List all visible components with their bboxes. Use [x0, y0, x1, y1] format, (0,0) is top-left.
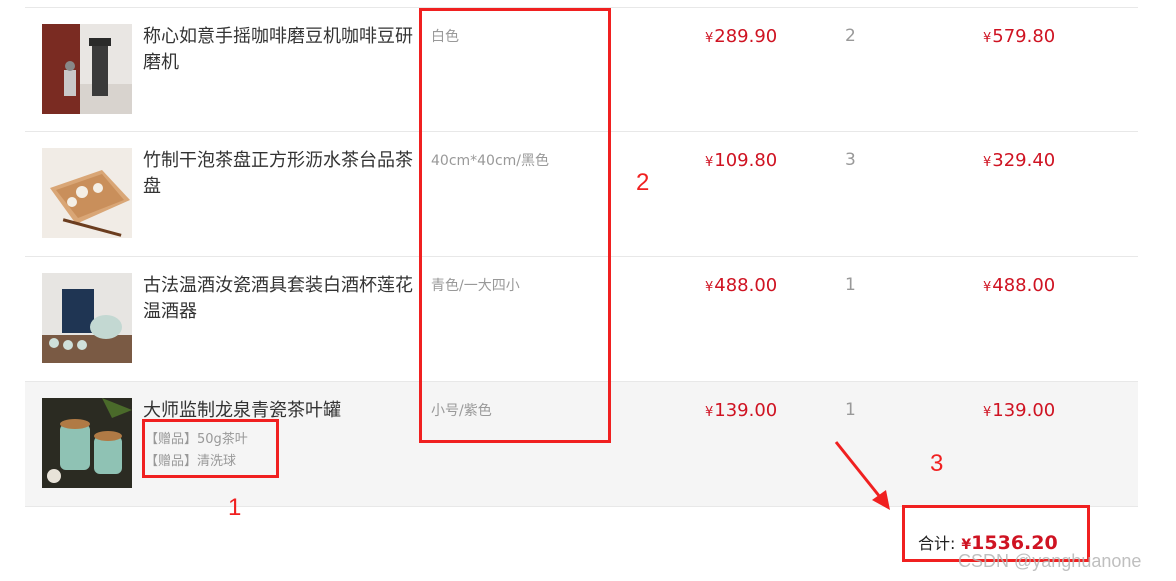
- product-image-coffee-grinder[interactable]: [42, 24, 132, 114]
- product-image-tea-tray[interactable]: [42, 148, 132, 238]
- annotation-arrow: [834, 441, 890, 510]
- yen-symbol: ¥: [983, 405, 992, 420]
- product-name[interactable]: 称心如意手摇咖啡磨豆机咖啡豆研磨机: [143, 24, 413, 76]
- annotation-box-1: [142, 419, 279, 478]
- yen-symbol: ¥: [705, 405, 714, 420]
- yen-symbol: ¥: [983, 155, 992, 170]
- yen-symbol: ¥: [983, 31, 992, 46]
- yen-symbol: ¥: [705, 155, 714, 170]
- unit-price: ¥139.00: [705, 400, 778, 421]
- unit-price: ¥289.90: [705, 26, 778, 47]
- unit-price: ¥488.00: [705, 275, 778, 296]
- yen-symbol: ¥: [705, 31, 714, 46]
- quantity: 2: [845, 26, 856, 46]
- quantity: 3: [845, 150, 856, 170]
- subtotal: ¥488.00: [983, 275, 1056, 296]
- quantity: 1: [845, 400, 856, 420]
- unit-price: ¥109.80: [705, 150, 778, 171]
- subtotal: ¥329.40: [983, 150, 1056, 171]
- yen-symbol: ¥: [983, 280, 992, 295]
- product-name[interactable]: 古法温酒汝瓷酒具套装白酒杯莲花温酒器: [143, 273, 413, 325]
- yen-symbol: ¥: [705, 280, 714, 295]
- watermark: CSDN @yanghuanone: [958, 551, 1142, 571]
- quantity: 1: [845, 275, 856, 295]
- annotation-number-2: 2: [636, 169, 650, 196]
- product-image-wine-set[interactable]: [42, 273, 132, 363]
- product-image-tea-canister[interactable]: [42, 398, 132, 488]
- product-name[interactable]: 竹制干泡茶盘正方形沥水茶台品茶盘: [143, 148, 413, 200]
- annotation-box-2: [419, 8, 611, 443]
- annotation-number-1: 1: [228, 494, 242, 521]
- annotation-number-3: 3: [930, 450, 944, 477]
- subtotal: ¥579.80: [983, 26, 1056, 47]
- subtotal: ¥139.00: [983, 400, 1056, 421]
